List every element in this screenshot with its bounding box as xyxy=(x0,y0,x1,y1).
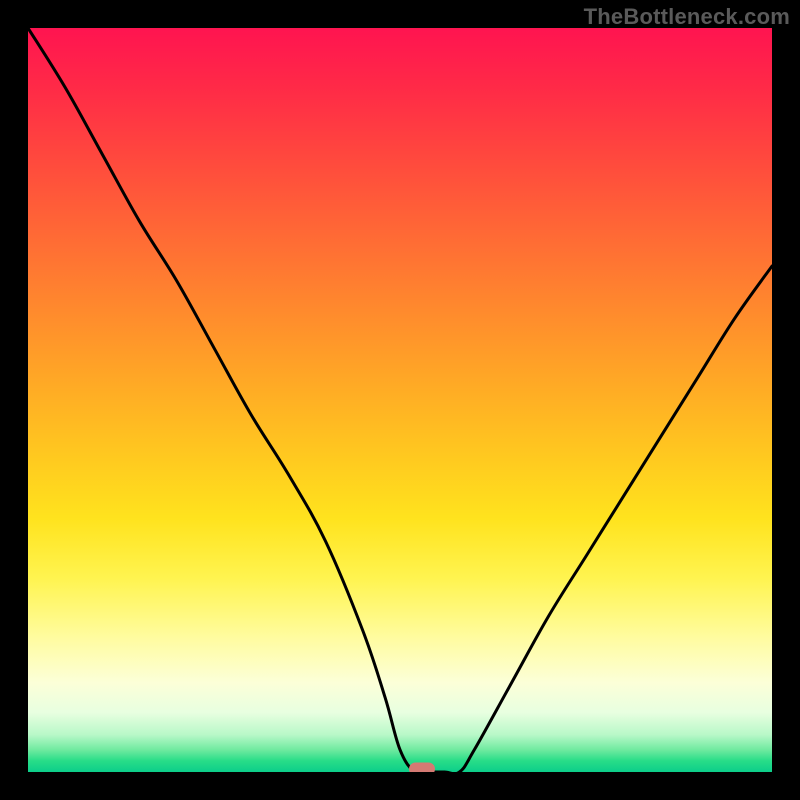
watermark-label: TheBottleneck.com xyxy=(584,4,790,30)
optimal-point-marker xyxy=(409,763,435,773)
chart-frame: TheBottleneck.com xyxy=(0,0,800,800)
plot-area xyxy=(28,28,772,772)
bottleneck-curve xyxy=(28,28,772,772)
